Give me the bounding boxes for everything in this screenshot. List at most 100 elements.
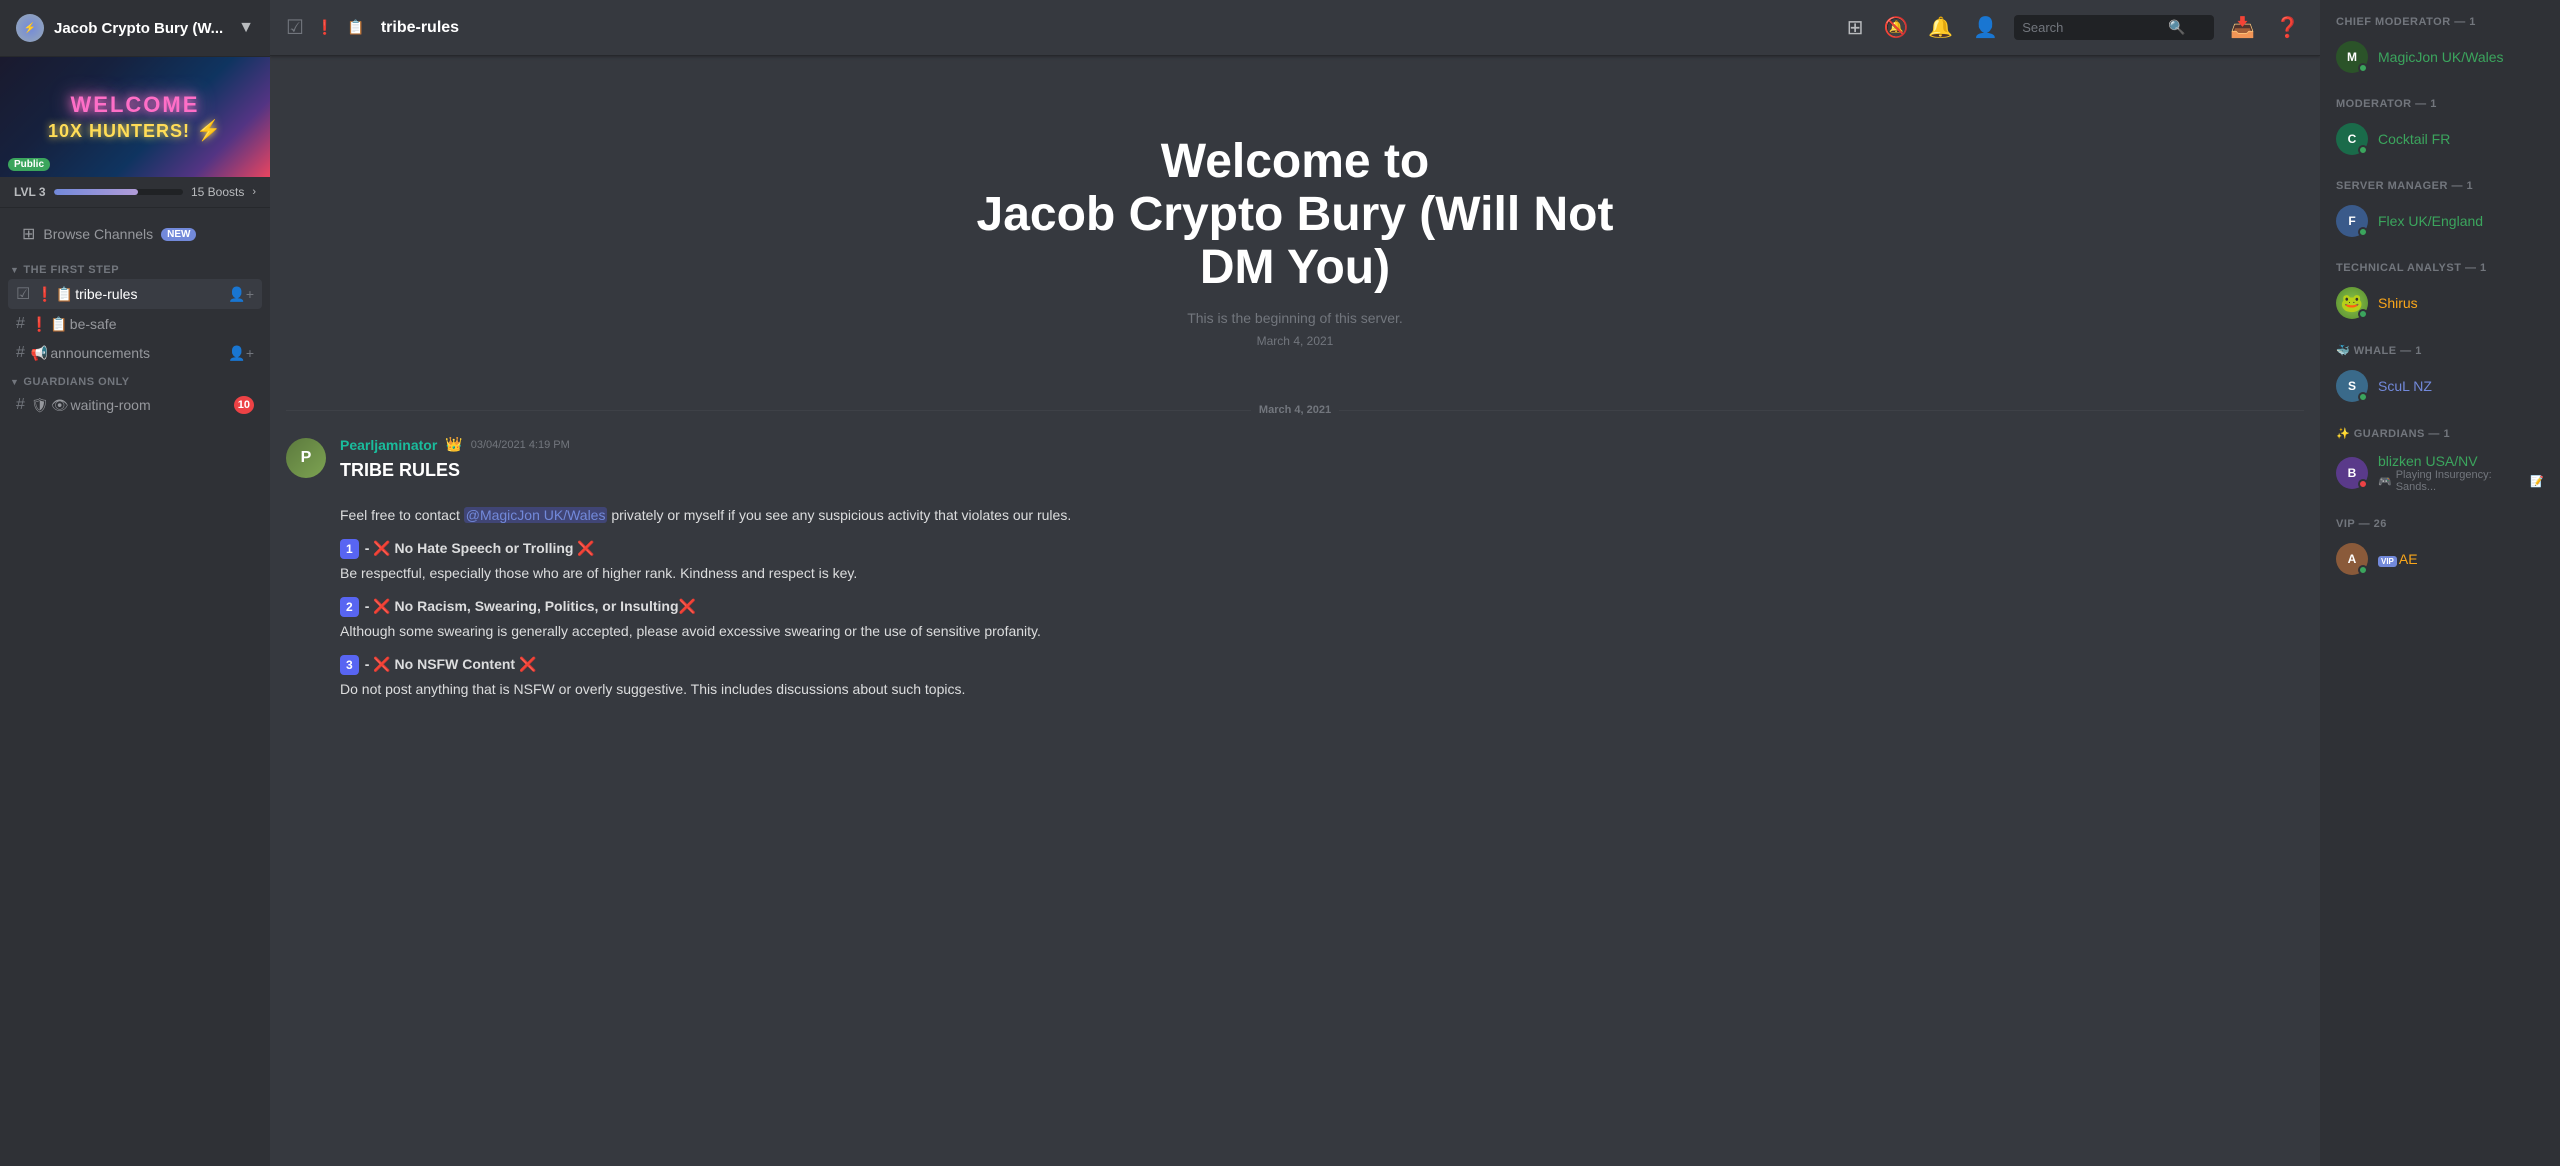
tribe-rules-heading: TRIBE RULES [340,460,460,480]
member-item-blizken[interactable]: B blizken USA/NV 🎮 Playing Insurgency: S… [2328,448,2552,498]
rule-desc-3: Do not post anything that is NSFW or ove… [340,679,2304,700]
role-header-technical-analyst: TECHNICAL ANALYST — 1 [2328,262,2552,282]
section-header-guardians[interactable]: ▼ GUARDIANS ONLY [2,372,268,390]
search-input[interactable] [2022,20,2162,35]
member-item-scul[interactable]: S ScuL NZ [2328,365,2552,407]
clipboard-icon: 📋 [56,286,73,303]
welcome-title: Welcome to Jacob Crypto Bury (Will Not D… [310,136,2280,294]
clipboard-emoji: 📋 [347,19,364,36]
message-text: TRIBE RULES Feel free to contact @MagicJ… [340,457,2304,700]
add-member-icon[interactable]: 👤+ [228,286,254,303]
boost-progress-fill [54,189,138,195]
member-name-scul: ScuL NZ [2378,378,2544,394]
warning-icon: ❗ [31,316,48,333]
rules-icon: ❗ [316,19,333,36]
server-header[interactable]: ⚡ Jacob Crypto Bury (W... ▼ [0,0,270,57]
rule-desc-2: Although some swearing is generally acce… [340,621,2304,642]
member-item-ae[interactable]: A VIPAE [2328,538,2552,580]
avatar-image: P [286,438,326,478]
channel-item-be-safe[interactable]: # ❗ 📋 be-safe [8,310,262,338]
server-header-left: ⚡ Jacob Crypto Bury (W... [16,14,223,42]
chevron-right-icon[interactable]: › [252,186,256,198]
role-header-vip: VIP — 26 [2328,518,2552,538]
status-online-indicator [2358,309,2368,319]
member-avatar-flex: F [2336,205,2368,237]
rule-text-1: - ❌ No Hate Speech or Trolling ❌ [365,538,595,559]
hashtag-icon[interactable]: ⊞ [1843,11,1868,44]
member-item-shirus[interactable]: 🐸 Shirus [2328,282,2552,324]
right-sidebar: CHIEF MODERATOR — 1 M MagicJon UK/Wales … [2320,0,2560,1166]
chat-area: Welcome to Jacob Crypto Bury (Will Not D… [270,56,2320,1166]
member-item-cocktail[interactable]: C Cocktail FR [2328,118,2552,160]
status-online-indicator [2358,227,2368,237]
boost-count[interactable]: 15 Boosts [191,185,244,199]
inbox-icon[interactable]: 📥 [2226,11,2259,44]
boost-progress-bar-container [54,189,183,195]
member-avatar-ae: A [2336,543,2368,575]
add-member-icon[interactable]: 👤+ [228,345,254,362]
intro-text: Feel free to contact [340,507,460,523]
search-icon: 🔍 [2168,19,2185,36]
bell-slash-icon[interactable]: 🔕 [1879,11,1912,44]
channel-item-announcements[interactable]: # 📢 announcements 👤+ [8,339,262,367]
channel-item-tribe-rules[interactable]: ☑ ❗ 📋 tribe-rules 👤+ [8,279,262,309]
chevron-icon: ▼ [10,377,19,387]
role-section-guardians: ✨ GUARDIANS — 1 B blizken USA/NV 🎮 Playi… [2328,427,2552,498]
grid-icon: ⊞ [22,224,35,244]
announcement-icon: 📢 [31,345,48,362]
role-section-moderator: MODERATOR — 1 C Cocktail FR [2328,98,2552,160]
message-timestamp: 03/04/2021 4:19 PM [471,439,570,451]
divider-date: March 4, 2021 [1259,404,1331,416]
boost-bar: LVL 3 15 Boosts › [0,177,270,208]
member-info: Cocktail FR [2378,131,2544,147]
rule-title-3: 3 - ❌ No NSFW Content ❌ [340,654,2304,675]
role-header-chief-moderator: CHIEF MODERATOR — 1 [2328,16,2552,36]
section-label: GUARDIANS ONLY [23,376,129,388]
section-header-first-step[interactable]: ▼ THE FIRST STEP [2,260,268,278]
role-header-guardians: ✨ GUARDIANS — 1 [2328,427,2552,448]
mention-magicjon[interactable]: @MagicJon UK/Wales [464,507,608,523]
member-item-flex[interactable]: F Flex UK/England [2328,200,2552,242]
rule-3: 3 - ❌ No NSFW Content ❌ Do not post anyt… [340,654,2304,700]
level-badge: LVL 3 [14,185,46,199]
shield-icon: 🛡 [31,397,49,414]
message-content: Pearljaminator 👑 03/04/2021 4:19 PM TRIB… [340,436,2304,712]
message-header: Pearljaminator 👑 03/04/2021 4:19 PM [340,436,2304,453]
help-icon[interactable]: ❓ [2271,11,2304,44]
role-section-chief-moderator: CHIEF MODERATOR — 1 M MagicJon UK/Wales [2328,16,2552,78]
divider-line-left [286,410,1251,411]
chevron-down-icon: ▼ [238,19,254,37]
rule-text-3: - ❌ No NSFW Content ❌ [365,654,537,675]
status-online-indicator [2358,63,2368,73]
welcome-section: Welcome to Jacob Crypto Bury (Will Not D… [270,76,2320,388]
welcome-subtitle: This is the beginning of this server. [310,310,2280,326]
channel-name: be-safe [70,316,254,332]
member-avatar-cocktail: C [2336,123,2368,155]
role-header-server-manager: SERVER MANAGER — 1 [2328,180,2552,200]
role-header-whale: 🐳 WHALE — 1 [2328,344,2552,365]
member-item-magicjon[interactable]: M MagicJon UK/Wales [2328,36,2552,78]
message-author[interactable]: Pearljaminator [340,437,437,453]
status-online-indicator [2358,565,2368,575]
main-content: ☑ ❗ 📋 tribe-rules ⊞ 🔕 🔔 👤 🔍 📥 ❓ Welcome … [270,0,2320,1166]
channel-header: ☑ ❗ 📋 tribe-rules ⊞ 🔕 🔔 👤 🔍 📥 ❓ [270,0,2320,56]
person-icon[interactable]: 👤 [1969,11,2002,44]
rule-number-2: 2 [340,597,359,617]
role-section-whale: 🐳 WHALE — 1 S ScuL NZ [2328,344,2552,407]
rule-number-1: 1 [340,539,359,559]
channel-hash-icon: # [16,344,25,362]
channel-item-waiting-room[interactable]: # 🛡 👁 waiting-room 10 [8,391,262,419]
member-info: blizken USA/NV 🎮 Playing Insurgency: San… [2378,453,2544,493]
rule-title-2: 2 - ❌ No Racism, Swearing, Politics, or … [340,596,2304,617]
notification-icon[interactable]: 🔔 [1924,11,1957,44]
game-icon: 🎮 [2378,475,2392,488]
message-divider: March 4, 2021 [286,404,2304,416]
member-name-cocktail: Cocktail FR [2378,131,2544,147]
browse-channels-button[interactable]: ⊞ Browse Channels NEW [8,214,262,254]
server-banner-sub: 10X HUNTERS! ⚡ [48,118,222,143]
watch-icon: 👁 [51,397,69,414]
search-bar[interactable]: 🔍 [2014,15,2214,40]
member-name-magicjon: MagicJon UK/Wales [2378,49,2544,65]
vip-badge: VIP [2378,556,2397,567]
lightning-icon: ⚡ [196,120,222,142]
